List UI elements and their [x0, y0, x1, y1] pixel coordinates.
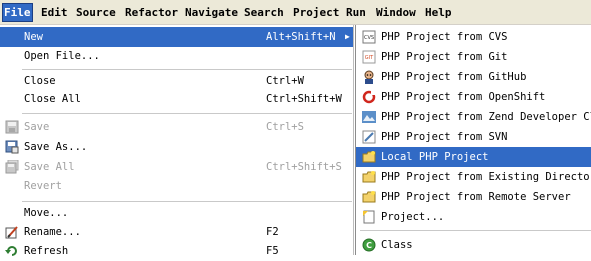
zend-cloud-icon — [362, 110, 376, 124]
class-icon: C — [362, 238, 376, 252]
project-icon — [362, 210, 376, 224]
submenu-separator — [360, 230, 591, 231]
submenu-item-php-project-from-git[interactable]: GIT PHP Project from Git — [356, 47, 591, 67]
menu-item-refresh[interactable]: Refresh F5 — [0, 241, 353, 261]
submenu-item-php-project-from-svn[interactable]: PHP Project from SVN — [356, 127, 591, 147]
submenu-item-label: Project... — [381, 211, 445, 223]
menu-item-shortcut: Ctrl+Shift+W — [266, 93, 342, 105]
php-project-icon — [362, 190, 376, 204]
submenu-item-php-project-from-cvs[interactable]: CVS PHP Project from CVS — [356, 27, 591, 47]
submenu-item-label: PHP Project from SVN — [381, 131, 508, 143]
menu-item-label: Open File... — [24, 50, 100, 62]
menu-source[interactable]: Source — [75, 4, 117, 21]
menu-item-label: Close — [24, 75, 56, 87]
submenu-item-project[interactable]: Project... — [356, 207, 591, 227]
menu-item-label: Close All — [24, 93, 81, 105]
menu-item-save-as[interactable]: Save As... — [0, 137, 353, 157]
menu-item-shortcut: Ctrl+Shift+S — [266, 161, 342, 173]
php-project-icon — [362, 150, 376, 164]
refresh-icon — [5, 244, 19, 258]
menu-item-shortcut: Ctrl+W — [266, 75, 304, 87]
submenu-item-label: Local PHP Project — [381, 151, 489, 163]
menu-search[interactable]: Search — [243, 4, 285, 21]
menu-item-revert[interactable]: Revert — [0, 176, 353, 196]
openshift-icon — [362, 90, 376, 104]
menu-edit[interactable]: Edit — [40, 4, 69, 21]
menu-item-label: Rename... — [24, 226, 81, 238]
git-icon: GIT — [362, 50, 376, 64]
svn-icon — [362, 130, 376, 144]
submenu-item-label: PHP Project from Zend Developer Cloud — [381, 111, 591, 123]
menu-help[interactable]: Help — [424, 4, 453, 21]
submenu-item-local-php-project[interactable]: Local PHP Project — [356, 147, 591, 167]
github-icon — [362, 70, 376, 84]
menu-item-rename[interactable]: Rename... F2 — [0, 222, 353, 242]
save-all-icon — [5, 160, 19, 174]
menu-item-close[interactable]: Close Ctrl+W — [0, 71, 353, 91]
menu-item-label: Save All — [24, 161, 75, 173]
menu-navigate[interactable]: Navigate — [184, 4, 239, 21]
cvs-icon: CVS — [362, 30, 376, 44]
menu-file[interactable]: File — [2, 3, 33, 22]
rename-icon — [5, 225, 19, 239]
menu-item-move[interactable]: Move... — [0, 203, 353, 223]
menu-project[interactable]: Project — [292, 4, 340, 21]
save-as-icon — [5, 140, 19, 154]
menu-item-open-file[interactable]: Open File... — [0, 46, 353, 66]
save-icon — [5, 120, 19, 134]
menu-item-shortcut: Ctrl+S — [266, 121, 304, 133]
menu-item-label: Save — [24, 121, 50, 133]
menu-item-new[interactable]: New Alt+Shift+N ▶ — [0, 27, 353, 47]
submenu-item-label: PHP Project from GitHub — [381, 71, 527, 83]
menu-item-shortcut: F5 — [266, 245, 279, 257]
menu-item-label: Move... — [24, 207, 69, 219]
new-submenu: CVS PHP Project from CVS GIT PHP Project… — [355, 25, 591, 255]
menu-separator — [22, 113, 352, 114]
php-project-icon — [362, 170, 376, 184]
file-menu-dropdown: New Alt+Shift+N ▶ Open File... Close Ctr… — [0, 25, 354, 257]
submenu-item-php-project-from-github[interactable]: PHP Project from GitHub — [356, 67, 591, 87]
submenu-arrow-icon: ▶ — [345, 32, 350, 41]
submenu-item-php-project-from-zend-developer-cloud[interactable]: PHP Project from Zend Developer Cloud — [356, 107, 591, 127]
menu-run[interactable]: Run — [345, 4, 367, 21]
menu-item-shortcut: Alt+Shift+N — [266, 31, 336, 43]
submenu-item-label: PHP Project from Remote Server — [381, 191, 571, 203]
svg-text:C: C — [366, 241, 372, 250]
svg-text:GIT: GIT — [365, 55, 374, 61]
menu-item-close-all[interactable]: Close All Ctrl+Shift+W — [0, 89, 353, 109]
submenu-item-label: PHP Project from Git — [381, 51, 508, 63]
submenu-item-php-project-from-existing-directory[interactable]: PHP Project from Existing Directory — [356, 167, 591, 187]
menu-window[interactable]: Window — [375, 4, 417, 21]
submenu-item-php-project-from-remote-server[interactable]: PHP Project from Remote Server — [356, 187, 591, 207]
svg-text:CVS: CVS — [364, 35, 374, 41]
menu-item-label: Refresh — [24, 245, 69, 257]
submenu-item-php-project-from-openshift[interactable]: PHP Project from OpenShift — [356, 87, 591, 107]
menu-item-save-all[interactable]: Save All Ctrl+Shift+S — [0, 157, 353, 177]
menu-separator — [22, 201, 352, 202]
menu-refactor[interactable]: Refactor — [124, 4, 179, 21]
menu-item-shortcut: F2 — [266, 226, 279, 238]
submenu-item-label: Class — [381, 239, 413, 251]
menu-item-save[interactable]: Save Ctrl+S — [0, 117, 353, 137]
menu-item-label: Save As... — [24, 141, 88, 153]
menu-item-label: Revert — [24, 180, 62, 192]
menu-bar: File Edit Source Refactor Navigate Searc… — [0, 0, 591, 25]
submenu-item-label: PHP Project from Existing Directory — [381, 171, 591, 183]
submenu-item-class[interactable]: C Class — [356, 235, 591, 255]
submenu-item-label: PHP Project from OpenShift — [381, 91, 546, 103]
menu-separator — [22, 69, 352, 70]
menu-item-label: New — [24, 31, 43, 43]
submenu-item-label: PHP Project from CVS — [381, 31, 508, 43]
